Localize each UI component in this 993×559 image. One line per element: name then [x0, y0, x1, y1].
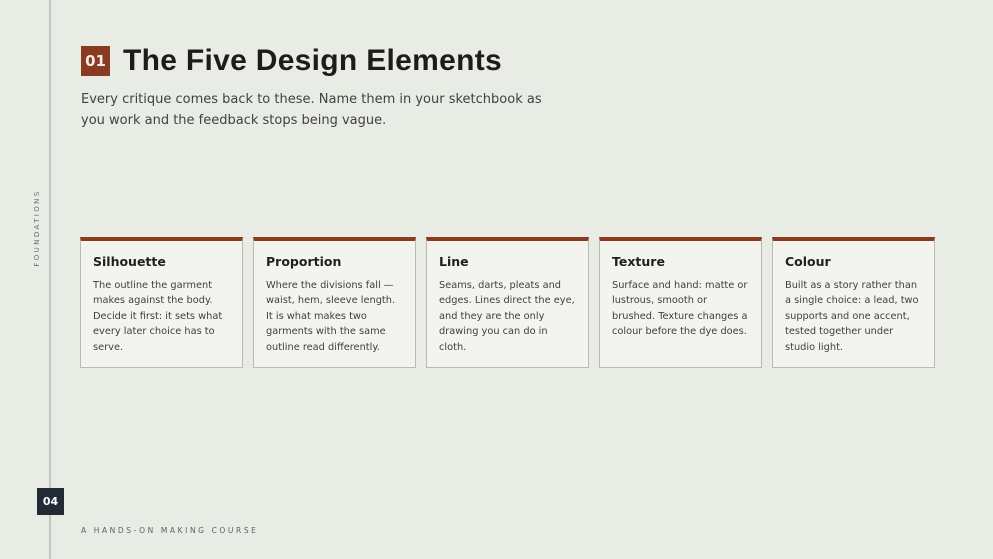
side-section-label: FOUNDATIONS — [33, 189, 41, 267]
card-title: Silhouette — [93, 254, 166, 269]
card-title: Line — [439, 254, 469, 269]
card-body: The outline the garment makes against th… — [93, 280, 223, 353]
card-line: Line Seams, darts, pleats and edges. Lin… — [426, 237, 589, 368]
card-body: Where the divisions fall — waist, hem, s… — [266, 280, 396, 353]
card-silhouette: Silhouette The outline the garment makes… — [80, 237, 243, 368]
page-title: The Five Design Elements — [123, 44, 502, 77]
card-body: Built as a story rather than a single ch… — [785, 280, 919, 353]
card-texture: Texture Surface and hand: matte or lustr… — [599, 237, 762, 368]
card-colour: Colour Built as a story rather than a si… — [772, 237, 935, 368]
page-number-badge: 04 — [37, 488, 64, 515]
card-body: Seams, darts, pleats and edges. Lines di… — [439, 280, 575, 353]
card-body: Surface and hand: matte or lustrous, smo… — [612, 280, 748, 338]
card-title: Colour — [785, 254, 831, 269]
design-elements-cards: Silhouette The outline the garment makes… — [80, 237, 935, 368]
title-row: 01 The Five Design Elements — [81, 44, 502, 78]
card-title: Proportion — [266, 254, 342, 269]
left-rail-divider — [49, 0, 51, 559]
intro-text: Every critique comes back to these. Name… — [81, 92, 542, 128]
card-proportion: Proportion Where the divisions fall — wa… — [253, 237, 416, 368]
card-title: Texture — [612, 254, 665, 269]
section-number-badge: 01 — [81, 46, 110, 76]
course-footer: A HANDS-ON MAKING COURSE — [81, 526, 259, 535]
